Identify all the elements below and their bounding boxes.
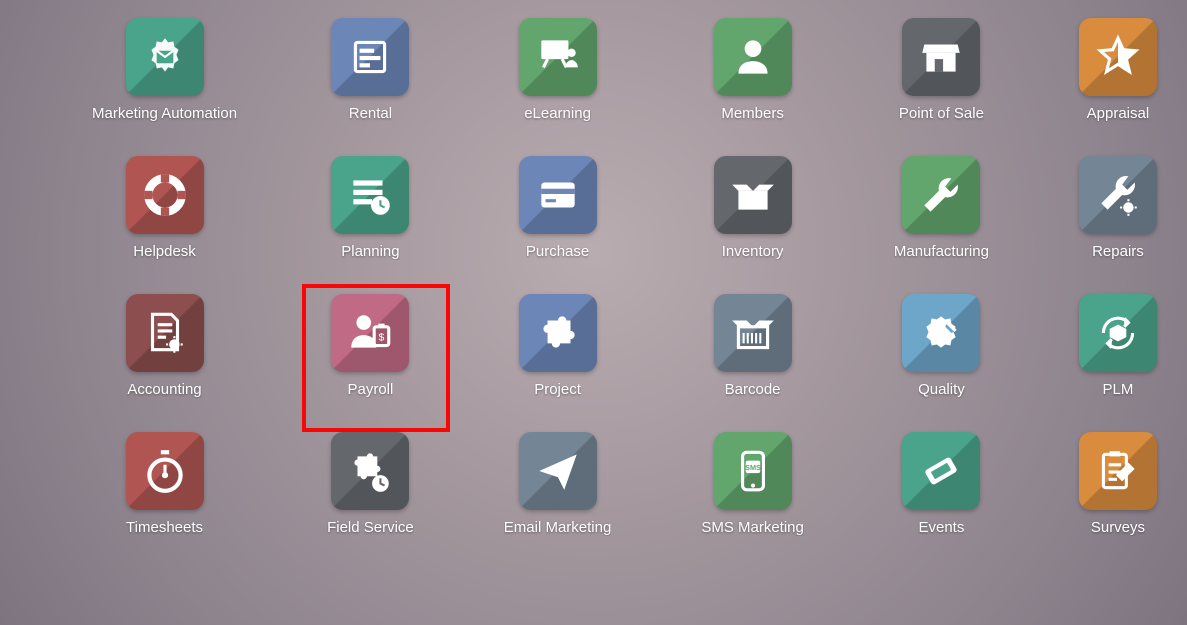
app-label: SMS Marketing [701, 519, 804, 536]
app-accounting[interactable]: Accounting [92, 294, 237, 398]
app-label: Accounting [127, 381, 201, 398]
app-barcode[interactable]: Barcode [701, 294, 804, 398]
phone-sms-icon [714, 432, 792, 510]
app-project[interactable]: Project [504, 294, 612, 398]
app-events[interactable]: Events [894, 432, 989, 536]
app-label: Timesheets [126, 519, 203, 536]
app-label: Planning [341, 243, 399, 260]
app-surveys[interactable]: Surveys [1079, 432, 1157, 536]
app-email-marketing[interactable]: Email Marketing [504, 432, 612, 536]
star-icon [1079, 18, 1157, 96]
app-label: Point of Sale [899, 105, 984, 122]
app-field-service[interactable]: Field Service [327, 432, 414, 536]
app-label: PLM [1103, 381, 1134, 398]
puzzle-clock-icon [331, 432, 409, 510]
app-label: Helpdesk [133, 243, 196, 260]
cycle-cube-icon [1079, 294, 1157, 372]
app-label: Field Service [327, 519, 414, 536]
app-label: Barcode [725, 381, 781, 398]
app-manufacturing[interactable]: Manufacturing [894, 156, 989, 260]
wrench-gear-icon [1079, 156, 1157, 234]
app-appraisal[interactable]: Appraisal [1079, 18, 1157, 122]
app-members[interactable]: Members [701, 18, 804, 122]
puzzle-icon [519, 294, 597, 372]
app-label: Members [721, 105, 784, 122]
clipboard-pen-icon [1079, 432, 1157, 510]
person-pay-icon [331, 294, 409, 372]
app-label: Repairs [1092, 243, 1144, 260]
app-inventory[interactable]: Inventory [701, 156, 804, 260]
app-helpdesk[interactable]: Helpdesk [92, 156, 237, 260]
app-label: Appraisal [1087, 105, 1150, 122]
person-icon [714, 18, 792, 96]
app-grid: Marketing Automation Rental eLearning Membe… [0, 0, 1187, 536]
app-label: Purchase [526, 243, 589, 260]
badge-pen-icon [902, 294, 980, 372]
store-icon [902, 18, 980, 96]
app-timesheets[interactable]: Timesheets [92, 432, 237, 536]
paper-plane-icon [519, 432, 597, 510]
app-label: Surveys [1091, 519, 1145, 536]
app-sms-marketing[interactable]: SMS Marketing [701, 432, 804, 536]
app-elearning[interactable]: eLearning [504, 18, 612, 122]
app-label: Email Marketing [504, 519, 612, 536]
app-label: Marketing Automation [92, 105, 237, 122]
app-label: Rental [349, 105, 392, 122]
barcode-box-icon [714, 294, 792, 372]
app-plm[interactable]: PLM [1079, 294, 1157, 398]
app-label: Inventory [722, 243, 784, 260]
app-purchase[interactable]: Purchase [504, 156, 612, 260]
app-payroll[interactable]: Payroll [327, 294, 414, 398]
app-rental[interactable]: Rental [327, 18, 414, 122]
ticket-icon [902, 432, 980, 510]
list-clock-icon [331, 156, 409, 234]
wrench-icon [902, 156, 980, 234]
gear-mail-icon [126, 18, 204, 96]
app-marketing-automation[interactable]: Marketing Automation [92, 18, 237, 122]
app-label: Project [534, 381, 581, 398]
calendar-bars-icon [331, 18, 409, 96]
app-planning[interactable]: Planning [327, 156, 414, 260]
stopwatch-icon [126, 432, 204, 510]
app-point-of-sale[interactable]: Point of Sale [894, 18, 989, 122]
lifebuoy-icon [126, 156, 204, 234]
app-label: Events [918, 519, 964, 536]
app-label: Quality [918, 381, 965, 398]
presentation-icon [519, 18, 597, 96]
box-open-icon [714, 156, 792, 234]
app-label: Manufacturing [894, 243, 989, 260]
card-icon [519, 156, 597, 234]
app-repairs[interactable]: Repairs [1079, 156, 1157, 260]
doc-gear-icon [126, 294, 204, 372]
app-label: eLearning [524, 105, 591, 122]
app-quality[interactable]: Quality [894, 294, 989, 398]
app-label: Payroll [348, 381, 394, 398]
